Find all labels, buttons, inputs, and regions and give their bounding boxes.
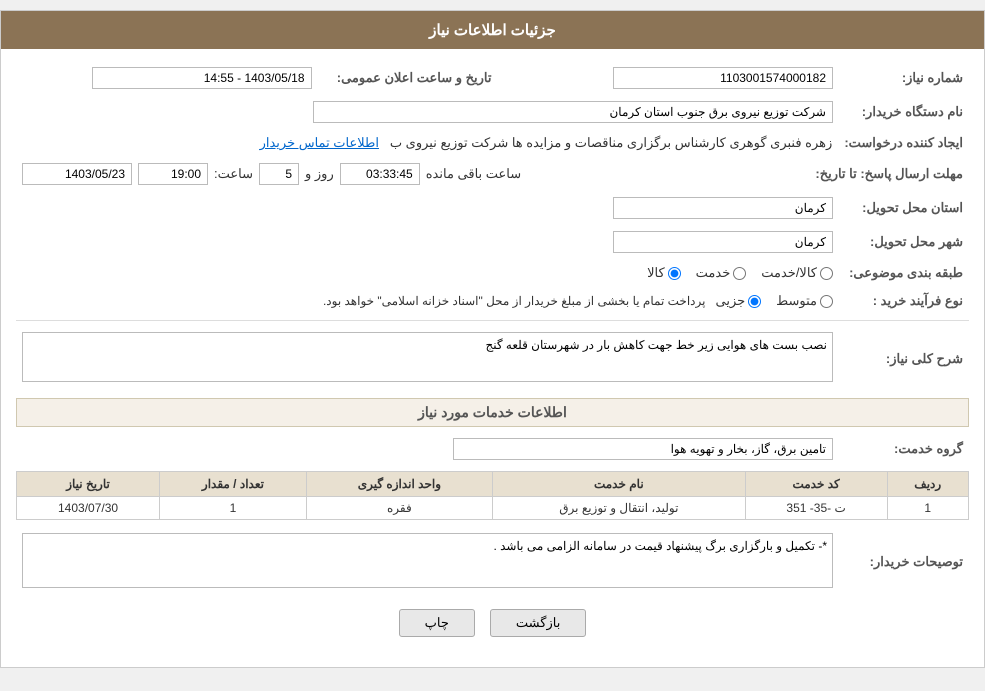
creator-contact-link[interactable]: اطلاعات تماس خریدار (260, 135, 379, 150)
deadline-remaining-label: ساعت باقی مانده (426, 166, 521, 182)
deadline-remaining-input[interactable] (340, 163, 420, 185)
print-button[interactable]: چاپ (399, 609, 475, 637)
service-group-label: گروه خدمت: (839, 435, 969, 463)
announce-date-label: تاریخ و ساعت اعلان عمومی: (318, 64, 498, 92)
category-radio-group: کالا/خدمت خدمت کالا (16, 262, 839, 284)
services-section-title: اطلاعات خدمات مورد نیاز (16, 398, 969, 427)
info-table-buyer-notes: توصیحات خریدار: (16, 530, 969, 594)
back-button[interactable]: بازگشت (490, 609, 586, 637)
buyer-org-value (16, 98, 839, 126)
need-description-label: شرح کلی نیاز: (839, 329, 969, 388)
main-container: جزئیات اطلاعات نیاز شماره نیاز: تاریخ و … (0, 10, 985, 668)
buyer-notes-label: توصیحات خریدار: (839, 530, 969, 594)
buyer-notes-textarea[interactable] (22, 533, 833, 588)
category-kala-khidmat[interactable]: کالا/خدمت (761, 265, 833, 281)
deadline-time-label: ساعت: (214, 166, 253, 182)
page-title: جزئیات اطلاعات نیاز (429, 22, 556, 39)
deadline-row: ساعت باقی مانده روز و ساعت: (16, 160, 809, 188)
announce-date-value (16, 64, 318, 92)
service-group-input[interactable] (453, 438, 833, 460)
category-khidmat[interactable]: خدمت (696, 265, 747, 281)
deadline-label: مهلت ارسال پاسخ: تا تاریخ: (809, 160, 969, 188)
info-table-city: شهر محل تحویل: (16, 228, 969, 256)
deadline-date-input[interactable] (22, 163, 132, 185)
buyer-org-label: نام دستگاه خریدار: (839, 98, 969, 126)
info-table-purchase-type: نوع فرآیند خرید : متوسط جزیی پرداخت تمام… (16, 290, 969, 312)
deadline-time-input[interactable] (138, 163, 208, 185)
delivery-province-value (16, 194, 839, 222)
request-number-label: شماره نیاز: (839, 64, 969, 92)
need-description-textarea[interactable] (22, 332, 833, 382)
purchase-type-jozei[interactable]: جزیی (715, 293, 761, 309)
service-group-value (16, 435, 839, 463)
creator-label: ایجاد کننده درخواست: (838, 132, 969, 154)
need-description-value (16, 329, 839, 388)
creator-value: زهره فنبری گوهری کارشناس برگزاری مناقصات… (16, 132, 838, 154)
info-table-need-desc: شرح کلی نیاز: (16, 329, 969, 388)
purchase-type-label: نوع فرآیند خرید : (839, 290, 969, 312)
col-unit: واحد اندازه گیری (306, 472, 492, 497)
info-table-category: طبقه بندی موضوعی: کالا/خدمت خدمت کالا (16, 262, 969, 284)
info-table-creator: ایجاد کننده درخواست: زهره فنبری گوهری کا… (16, 132, 969, 154)
deadline-days-label: روز و (305, 166, 334, 182)
info-table-top: شماره نیاز: تاریخ و ساعت اعلان عمومی: (16, 64, 969, 92)
divider-1 (16, 320, 969, 321)
delivery-city-value (16, 228, 839, 256)
info-table-org: نام دستگاه خریدار: (16, 98, 969, 126)
delivery-province-input[interactable] (613, 197, 833, 219)
delivery-city-input[interactable] (613, 231, 833, 253)
table-row: 1ت -35- 351تولید، انتقال و توزیع برقفقره… (17, 497, 969, 520)
category-kala[interactable]: کالا (647, 265, 681, 281)
col-service-name: نام خدمت (492, 472, 745, 497)
info-table-service-group: گروه خدمت: (16, 435, 969, 463)
delivery-city-label: شهر محل تحویل: (839, 228, 969, 256)
creator-text: زهره فنبری گوهری کارشناس برگزاری مناقصات… (390, 135, 832, 150)
buyer-org-input[interactable] (313, 101, 833, 123)
page-header: جزئیات اطلاعات نیاز (1, 11, 984, 49)
delivery-province-label: استان محل تحویل: (839, 194, 969, 222)
purchase-type-row: متوسط جزیی پرداخت تمام یا بخشی از مبلغ خ… (16, 290, 839, 312)
buyer-notes-value (16, 530, 839, 594)
purchase-type-mutavasset[interactable]: متوسط (776, 293, 833, 309)
services-table: ردیف کد خدمت نام خدمت واحد اندازه گیری ت… (16, 471, 969, 520)
purchase-type-note: پرداخت تمام یا بخشی از مبلغ خریدار از مح… (323, 294, 706, 308)
category-label: طبقه بندی موضوعی: (839, 262, 969, 284)
col-service-code: کد خدمت (745, 472, 887, 497)
col-row-num: ردیف (887, 472, 969, 497)
deadline-days-input[interactable] (259, 163, 299, 185)
request-number-input[interactable] (613, 67, 833, 89)
content-area: شماره نیاز: تاریخ و ساعت اعلان عمومی: نا… (1, 49, 984, 667)
request-number-value (538, 64, 840, 92)
col-date: تاریخ نیاز (17, 472, 160, 497)
col-quantity: تعداد / مقدار (160, 472, 307, 497)
button-row: بازگشت چاپ (16, 609, 969, 652)
info-table-deadline: مهلت ارسال پاسخ: تا تاریخ: ساعت باقی مان… (16, 160, 969, 188)
info-table-province: استان محل تحویل: (16, 194, 969, 222)
announce-date-input[interactable] (92, 67, 312, 89)
